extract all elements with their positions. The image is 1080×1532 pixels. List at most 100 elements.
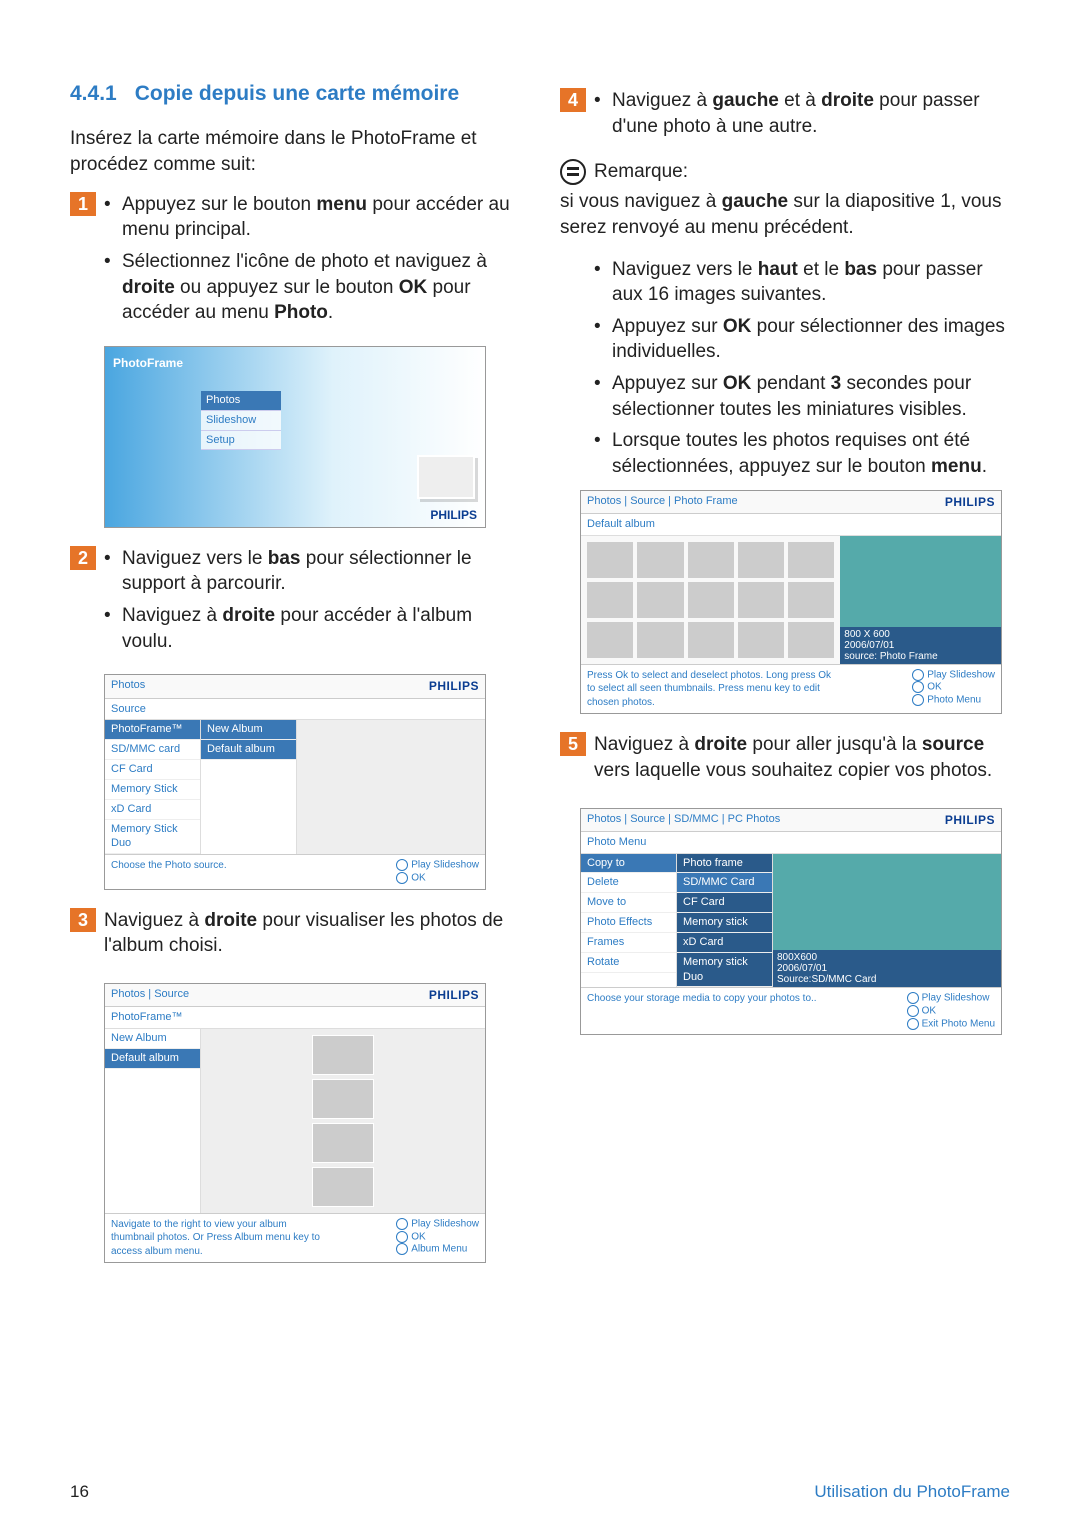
photo-stack-icon (417, 455, 475, 499)
more-bullet1: Naviguez vers le haut et le bas pour pas… (594, 257, 1010, 308)
ss-menu: Photos Slideshow Setup (201, 391, 281, 451)
album-list: New Album Default album (105, 1029, 201, 1213)
foot-item: Exit Photo Menu (907, 1018, 995, 1031)
step1-bullet1: Appuyez sur le bouton menu pour accéder … (104, 192, 520, 243)
list-item: Default album (105, 1049, 200, 1069)
ss-title: PhotoFrame (113, 355, 183, 371)
intro-text: Insérez la carte mémoire dans le PhotoFr… (70, 126, 520, 177)
screenshot-album: Photos | Source PHILIPS PhotoFrame™ New A… (104, 983, 486, 1264)
note-body: si vous naviguez à gauche sur la diaposi… (560, 189, 1010, 240)
page-number: 16 (70, 1481, 89, 1504)
more-bullet4: Lorsque toutes les photos requises ont é… (594, 428, 1010, 479)
left-column: 4.4.1 Copie depuis une carte mémoire Insé… (70, 80, 520, 1281)
foot-item: Play Slideshow (907, 992, 995, 1005)
list-item: xD Card (105, 800, 200, 820)
list-item: Rotate (581, 953, 676, 973)
section-title: Copie depuis une carte mémoire (135, 82, 459, 105)
list-item: Frames (581, 933, 676, 953)
section-number: 4.4.1 (70, 82, 117, 105)
meta: 2006/07/01 (844, 640, 997, 651)
foot-item: Play Slideshow (396, 859, 479, 872)
subbar: Default album (581, 514, 1001, 536)
subbar: Photo Menu (581, 832, 1001, 854)
help-text: Choose the Photo source. (111, 859, 227, 884)
step-badge: 2 (70, 546, 96, 570)
list-item: CF Card (677, 893, 772, 913)
list-item: Move to (581, 893, 676, 913)
list-item: Memory stick (677, 913, 772, 933)
crumb: Photos | Source (111, 987, 189, 1003)
brand-logo: PHILIPS (945, 494, 995, 510)
note-label: Remarque: (594, 159, 688, 185)
more-bullet2: Appuyez sur OK pour sélectionner des ima… (594, 314, 1010, 365)
more-bullet3: Appuyez sur OK pendant 3 secondes pour s… (594, 371, 1010, 422)
list-item: New Album (105, 1029, 200, 1049)
meta: Source:SD/MMC Card (777, 974, 997, 985)
list-item: xD Card (677, 933, 772, 953)
list-item: Delete (581, 873, 676, 893)
brand-logo: PHILIPS (429, 987, 479, 1003)
meta: source: Photo Frame (844, 651, 997, 662)
step-badge: 1 (70, 192, 96, 216)
step3-text: Naviguez à droite pour visualiser les ph… (104, 908, 520, 959)
brand-logo: PHILIPS (430, 507, 477, 523)
step-2: 2 Naviguez vers le bas pour sélectionner… (70, 546, 520, 665)
foot-item: OK (396, 1231, 479, 1244)
action-list: Copy to Delete Move to Photo Effects Fra… (581, 854, 677, 988)
help-text: Press Ok to select and deselect photos. … (587, 669, 837, 710)
preview: 800X600 2006/07/01 Source:SD/MMC Card (773, 854, 1001, 988)
list-item: SD/MMC Card (677, 873, 772, 893)
list-item: Memory Stick (105, 780, 200, 800)
thumb-preview: 800 X 600 2006/07/01 source: Photo Frame (840, 536, 1001, 664)
brand-logo: PHILIPS (945, 812, 995, 828)
screenshot-thumbnails: Photos | Source | Photo Frame PHILIPS Def… (580, 490, 1002, 715)
subbar: Source (105, 699, 485, 721)
list-item: Copy to (581, 854, 676, 874)
list-item: New Album (201, 720, 296, 740)
step5-text: Naviguez à droite pour aller jusqu'à la … (594, 732, 1010, 783)
preview-pane (201, 1029, 485, 1213)
crumb: Photos | Source | Photo Frame (587, 494, 738, 510)
meta: 800 X 600 (844, 629, 997, 640)
right-column: 4 Naviguez à gauche et à droite pour pas… (560, 80, 1010, 1281)
menu-item: Photos (201, 391, 281, 411)
footer-label: Utilisation du PhotoFrame (814, 1481, 1010, 1504)
list-item: Photo Effects (581, 913, 676, 933)
foot-item: OK (907, 1005, 995, 1018)
subbar: PhotoFrame™ (105, 1007, 485, 1029)
list-item: PhotoFrame™ (105, 720, 200, 740)
note-row: Remarque: (560, 159, 1010, 185)
menu-item: Slideshow (201, 411, 281, 431)
source-list: PhotoFrame™ SD/MMC card CF Card Memory S… (105, 720, 201, 854)
step-badge: 3 (70, 908, 96, 932)
crumb: Photos (111, 678, 145, 694)
foot-item: OK (396, 872, 479, 885)
foot-item: Album Menu (396, 1243, 479, 1256)
list-item: Memory Stick Duo (105, 820, 200, 855)
manual-page: 4.4.1 Copie depuis une carte mémoire Insé… (0, 0, 1080, 1532)
help-text: Choose your storage media to copy your p… (587, 992, 817, 1030)
step-badge: 4 (560, 88, 586, 112)
list-item: Memory stick Duo (677, 953, 772, 988)
step2-bullet2: Naviguez à droite pour accéder à l'album… (104, 603, 520, 654)
list-item: Default album (201, 740, 296, 760)
menu-item: Setup (201, 431, 281, 451)
foot-item: OK (912, 681, 995, 694)
step4-bullet1: Naviguez à gauche et à droite pour passe… (594, 88, 1010, 139)
list-item: CF Card (105, 760, 200, 780)
dest-list: Photo frame SD/MMC Card CF Card Memory s… (677, 854, 773, 988)
section-heading: 4.4.1 Copie depuis une carte mémoire (70, 80, 520, 108)
list-item: Photo frame (677, 854, 772, 874)
step2-bullet1: Naviguez vers le bas pour sélectionner l… (104, 546, 520, 597)
thumb-grid (581, 536, 840, 664)
foot-item: Photo Menu (912, 694, 995, 707)
step1-bullet2: Sélectionnez l'icône de photo et navigue… (104, 249, 520, 326)
step-3: 3 Naviguez à droite pour visualiser les … (70, 908, 520, 973)
step-4: 4 Naviguez à gauche et à droite pour pas… (560, 88, 1010, 149)
crumb: Photos | Source | SD/MMC | PC Photos (587, 812, 780, 828)
album-list: New Album Default album (201, 720, 297, 854)
step-badge: 5 (560, 732, 586, 756)
meta: 800X600 (777, 952, 997, 963)
meta: 2006/07/01 (777, 963, 997, 974)
brand-logo: PHILIPS (429, 678, 479, 694)
